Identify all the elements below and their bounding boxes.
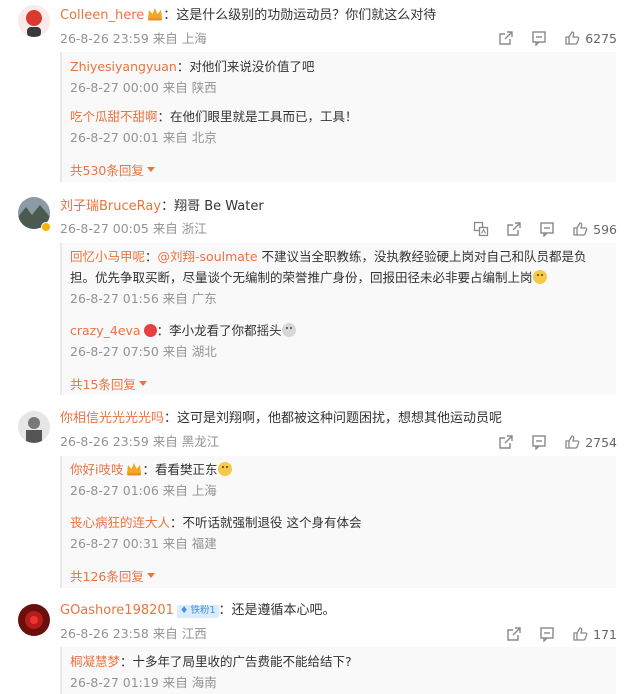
comment-meta: 26-8-27 00:05 来自 浙江 <box>60 221 207 236</box>
heart-icon: ♦ <box>179 605 189 616</box>
reply-item: 吃个瓜甜不甜啊：在他们眼里就是工具而已，工具！ 26-8-27 00:01 来自… <box>70 106 608 146</box>
avatar[interactable] <box>18 5 50 37</box>
reply-text: ：十多年了局里收的广告费能不能给结下? <box>120 654 352 669</box>
comment-actions: 2754 <box>481 434 617 450</box>
comment-actions: 596 <box>456 221 617 237</box>
reply-list: 桐凝慧梦：十多年了局里收的广告费能不能给结下? 26-8-27 01:19 来自… <box>60 647 616 694</box>
reply-username[interactable]: 桐凝慧梦 <box>70 654 120 669</box>
comment-actions: 6275 <box>481 30 617 46</box>
avatar[interactable] <box>18 411 50 443</box>
chevron-down-icon <box>146 167 155 172</box>
reply-list: 你好i吱吱 ：看看樊正东 26-8-27 01:06 来自 上海 丧心病狂的连大人… <box>60 456 616 588</box>
comment-body: 刘子瑞BruceRay：翔哥 Be Water <box>60 198 264 216</box>
comment-icon[interactable] <box>539 221 555 237</box>
reply-username[interactable]: Zhiyesiyangyuan <box>70 59 177 74</box>
chevron-down-icon <box>138 381 147 386</box>
share-icon[interactable] <box>498 434 514 450</box>
username[interactable]: 刘子瑞BruceRay <box>60 199 161 214</box>
comment-icon[interactable] <box>539 626 555 642</box>
reply-item: 回忆小马甲呢：@刘翔-soulmate 不建议当全职教练，没执教经验硬上岗对自己… <box>70 246 608 307</box>
crown-icon <box>148 8 163 21</box>
username[interactable]: GOashore198201 <box>60 603 174 618</box>
reply-item: Zhiyesiyangyuan：对他们来说没价值了吧 26-8-27 00:00… <box>70 56 608 96</box>
like-count: 171 <box>593 626 617 642</box>
colon: ： <box>145 249 158 264</box>
emoji-icon <box>532 270 547 284</box>
like-count: 596 <box>593 221 617 237</box>
like-icon[interactable] <box>564 30 580 46</box>
more-replies-label: 共530条回复 <box>70 163 144 178</box>
reply-meta: 26-8-27 01:06 来自 上海 <box>70 483 217 498</box>
comment-text: ：还是遵循本心吧。 <box>218 603 336 618</box>
reply-text: ：看看樊正东 <box>142 462 218 477</box>
reply-username[interactable]: 吃个瓜甜不甜啊 <box>70 109 158 124</box>
comment-actions: 171 <box>489 626 617 642</box>
comment-body: Colleen_here ：这是什么级别的功勋运动员？你们就这么对待 <box>60 7 436 25</box>
more-replies-label: 共126条回复 <box>70 569 144 584</box>
reply-text: ：在他们眼里就是工具而已，工具！ <box>157 109 358 124</box>
comment-text: ：这可是刘翔啊，他都被这种问题困扰，想想其他运动员呢 <box>164 411 503 426</box>
reply-list: 回忆小马甲呢：@刘翔-soulmate 不建议当全职教练，没执教经验硬上岗对自己… <box>60 243 616 395</box>
avatar[interactable] <box>18 604 50 636</box>
reply-text: ：不听话就强制退役 这个身有体会 <box>170 515 362 530</box>
comment-icon[interactable] <box>531 434 547 450</box>
translate-icon[interactable] <box>473 221 489 237</box>
reply-meta: 26-8-27 00:31 来自 福建 <box>70 536 217 551</box>
username[interactable]: Colleen_here <box>60 8 144 23</box>
reply-list: Zhiyesiyangyuan：对他们来说没价值了吧 26-8-27 00:00… <box>60 52 616 182</box>
like-icon[interactable] <box>572 626 588 642</box>
username[interactable]: 你相信光光光光吗 <box>60 411 164 426</box>
more-replies-link[interactable]: 共530条回复 <box>70 160 155 179</box>
badge-icon <box>143 324 157 337</box>
fan-badge-label: 铁粉1 <box>190 605 216 616</box>
reply-item: 丧心病狂的连大人：不听话就强制退役 这个身有体会 26-8-27 00:31 来… <box>70 512 608 552</box>
comment-body: 你相信光光光光吗：这可是刘翔啊，他都被这种问题困扰，想想其他运动员呢 <box>60 410 502 428</box>
verified-icon <box>41 222 51 232</box>
like-icon[interactable] <box>572 221 588 237</box>
comment-meta: 26-8-26 23:59 来自 黑龙江 <box>60 434 220 449</box>
chevron-down-icon <box>146 573 155 578</box>
reply-item: 你好i吱吱 ：看看樊正东 26-8-27 01:06 来自 上海 <box>70 459 608 499</box>
reply-username[interactable]: 回忆小马甲呢 <box>70 249 145 264</box>
comment-icon[interactable] <box>531 30 547 46</box>
reply-item: crazy_4eva ：李小龙看了你都摇头 26-8-27 07:50 来自 湖北 <box>70 320 608 360</box>
comment-body: GOashore198201 ♦ 铁粉1 ：还是遵循本心吧。 <box>60 602 336 620</box>
reply-meta: 26-8-27 00:01 来自 北京 <box>70 130 217 145</box>
reply-text: 不建议当全职教练，没执教经验硬上岗对自己和队员都是负 <box>257 249 587 264</box>
emoji-icon <box>217 462 232 476</box>
emoji-icon <box>281 323 296 337</box>
reply-text-cont: 担。优先争取买断，尽量谈个无编制的荣誉推广身份，回报田径未必非要占编制上岗 <box>70 270 533 285</box>
reply-item: 桐凝慧梦：十多年了局里收的广告费能不能给结下? 26-8-27 01:19 来自… <box>70 651 608 691</box>
reply-meta: 26-8-27 00:00 来自 陕西 <box>70 80 217 95</box>
mention-link[interactable]: @刘翔-soulmate <box>158 249 258 264</box>
comment-text: ：翔哥 Be Water <box>161 199 264 214</box>
reply-meta: 26-8-27 01:19 来自 海南 <box>70 675 217 690</box>
reply-text: ：对他们来说没价值了吧 <box>176 59 315 74</box>
comment-meta: 26-8-26 23:59 来自 上海 <box>60 31 207 46</box>
reply-meta: 26-8-27 07:50 来自 湖北 <box>70 344 217 359</box>
more-replies-link[interactable]: 共15条回复 <box>70 374 147 393</box>
comment-text: ：这是什么级别的功勋运动员？你们就这么对待 <box>163 8 437 23</box>
like-count: 6275 <box>585 30 617 46</box>
share-icon[interactable] <box>506 221 522 237</box>
reply-username[interactable]: 你好i吱吱 <box>70 462 123 477</box>
reply-text: ：李小龙看了你都摇头 <box>156 323 282 338</box>
like-icon[interactable] <box>564 434 580 450</box>
comment-meta: 26-8-26 23:58 来自 江西 <box>60 626 207 641</box>
crown-icon <box>127 463 142 476</box>
share-icon[interactable] <box>506 626 522 642</box>
like-count: 2754 <box>585 434 617 450</box>
fan-badge: ♦ 铁粉1 <box>176 604 219 618</box>
share-icon[interactable] <box>498 30 514 46</box>
more-replies-label: 共15条回复 <box>70 377 136 392</box>
reply-meta: 26-8-27 01:56 来自 广东 <box>70 291 217 306</box>
reply-username[interactable]: 丧心病狂的连大人 <box>70 515 170 530</box>
reply-username[interactable]: crazy_4eva <box>70 323 141 338</box>
more-replies-link[interactable]: 共126条回复 <box>70 566 155 585</box>
